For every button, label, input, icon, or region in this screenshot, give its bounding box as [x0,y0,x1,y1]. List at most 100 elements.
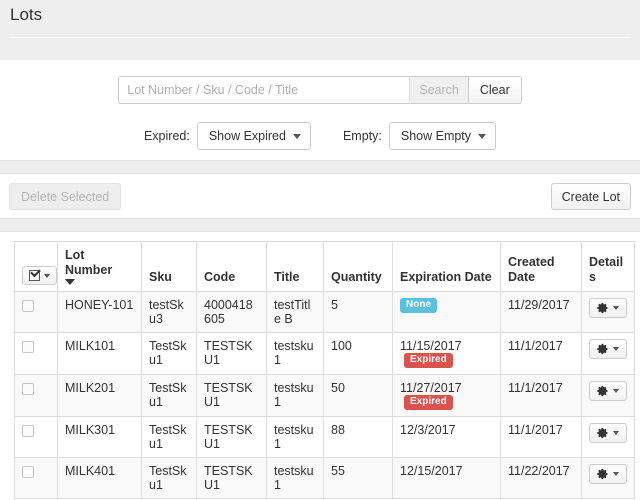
status-badge: None [400,298,437,314]
lots-table: Lot Number Sku Code Title Quantity Expir… [14,241,635,500]
status-badge: Expired [404,395,453,411]
chevron-down-icon [292,134,301,139]
gear-icon [597,468,609,480]
cell-code: TESTSKU1 [196,457,267,500]
cell-sku: TestSku1 [141,457,197,500]
cell-lot-number: MILK101 [57,331,142,376]
empty-select-value: Show Empty [400,129,472,143]
table-header-row: Lot Number Sku Code Title Quantity Expir… [14,241,635,292]
gear-icon [597,343,609,355]
cell-details [581,291,635,333]
expiration-date-text: 12/3/2017 [400,423,456,438]
column-header-lot-number-label: Lot Number [65,248,113,277]
section-divider-top [0,160,640,174]
filter-empty: Empty: Show Empty [342,122,497,150]
table-row: MILK301 TestSku1 TESTSKU1 testsku1 88 12/3/20… [14,416,635,459]
search-panel: Search Clear Expired: Show Expired Empty… [0,60,640,160]
details-dropdown-button[interactable] [589,298,627,318]
cell-code: TESTSKU1 [196,416,267,459]
cell-expiration-date: 12/15/2017 [392,457,501,500]
cell-expiration-date: None [392,291,501,333]
cell-lot-number: HONEY-101 [57,291,142,333]
cell-sku: testSku3 [141,291,197,333]
chevron-down-icon [613,431,619,436]
chevron-down-icon [613,306,619,310]
column-header-code[interactable]: Code [196,241,267,292]
status-badge: Expired [404,353,453,369]
filter-expired-label: Expired: [143,129,190,143]
cell-title: testsku1 [266,374,324,418]
action-bar: Delete Selected Create Lot [0,174,640,218]
cell-title: testsku1 [266,331,324,376]
header-divider [10,37,630,38]
cell-quantity: 88 [323,416,393,459]
clear-button[interactable]: Clear [467,76,522,104]
expiration-date-text: 11/27/2017 [400,381,462,396]
details-dropdown-button[interactable] [589,339,627,359]
expiration-date-text: 12/15/2017 [400,464,463,479]
expired-select[interactable]: Show Expired [196,122,311,150]
cell-code: TESTSKU1 [196,374,267,418]
delete-selected-button[interactable]: Delete Selected [9,183,122,210]
row-select-cell [14,291,58,333]
row-checkbox[interactable] [22,466,34,479]
gear-icon [597,427,609,439]
cell-sku: TestSku1 [141,416,197,459]
cell-expiration-date: 11/27/2017Expired [392,374,501,418]
column-header-quantity[interactable]: Quantity [323,241,393,292]
cell-sku: TestSku1 [141,331,197,376]
table-row: MILK401 TestSku1 TESTSKU1 testsku1 55 12/15/2… [14,457,635,500]
column-header-sku[interactable]: Sku [141,241,197,292]
chevron-down-icon [613,472,619,477]
cell-quantity: 5 [323,291,393,333]
cell-code: 4000418605 [196,291,267,333]
search-input[interactable] [118,76,410,104]
table-row: MILK201 TestSku1 TESTSKU1 testsku1 50 11/27/2… [14,374,635,418]
create-lot-button[interactable]: Create Lot [550,183,631,210]
details-dropdown-button[interactable] [589,381,627,402]
chevron-down-icon [613,389,619,394]
page-header: Lots [0,0,640,50]
column-header-lot-number[interactable]: Lot Number [57,241,142,292]
section-divider-bottom [0,218,640,232]
column-header-created-date[interactable]: Created Date [500,241,582,292]
cell-created-date: 11/1/2017 [500,374,582,418]
column-header-expiration-date[interactable]: Expiration Date [392,241,501,292]
row-checkbox[interactable] [22,382,34,395]
filter-row: Expired: Show Expired Empty: Show Empty [0,122,640,150]
cell-quantity: 100 [323,331,393,376]
gear-icon [597,302,609,314]
row-checkbox[interactable] [22,340,34,353]
column-header-details: Details [581,241,635,292]
details-dropdown-button[interactable] [589,423,627,444]
table-header: Lot Number Sku Code Title Quantity Expir… [14,241,635,292]
filter-expired: Expired: Show Expired [144,122,311,150]
details-dropdown-button[interactable] [589,464,627,485]
chevron-down-icon [613,347,619,351]
expired-select-value: Show Expired [208,129,286,143]
cell-created-date: 11/22/2017 [500,457,582,500]
empty-select[interactable]: Show Empty [388,122,497,150]
cell-title: testsku1 [266,416,324,459]
sort-descending-icon [65,279,75,285]
row-checkbox[interactable] [22,425,34,438]
table-row: HONEY-101 testSku3 4000418605 testTitle B5N… [14,291,635,333]
table-body: HONEY-101 testSku3 4000418605 testTitle B5N… [14,291,635,500]
gear-icon [597,385,609,397]
filter-empty-label: Empty: [342,129,382,143]
cell-lot-number: MILK201 [57,374,142,418]
cell-expiration-date: 12/3/2017 [392,416,501,459]
select-all-header [14,241,58,292]
cell-details [581,331,635,376]
column-header-title[interactable]: Title [266,241,324,292]
chevron-down-icon [478,134,487,139]
search-button[interactable]: Search [409,76,468,104]
cell-code: TESTSKU1 [196,331,267,376]
cell-details [581,457,635,500]
cell-quantity: 55 [323,457,393,500]
chevron-down-icon [44,273,50,278]
select-all-dropdown[interactable] [22,266,57,285]
row-checkbox[interactable] [22,299,34,312]
cell-details [581,416,635,459]
table-row: MILK101 TestSku1 TESTSKU1 testsku1 100 11/15/… [14,331,635,376]
